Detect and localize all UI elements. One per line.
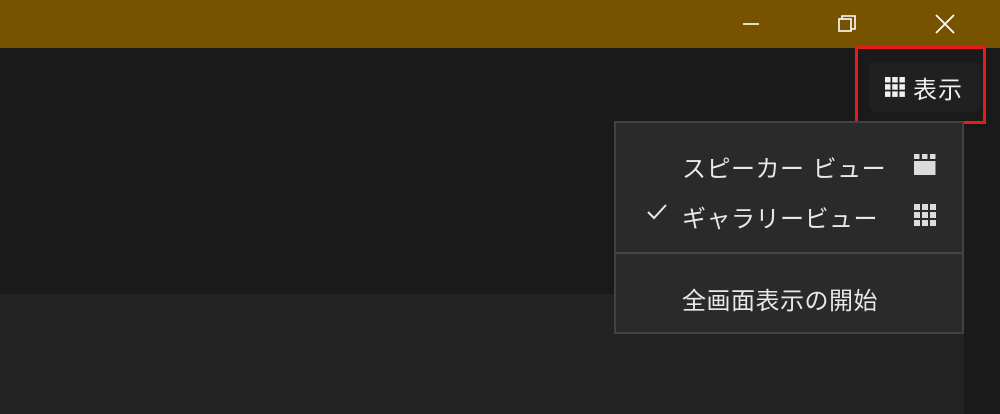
menu-item-label: 全画面表示の開始 (682, 287, 878, 315)
view-menu: スピーカー ビュー ギャラリービュー 全画面表示の開始 (614, 121, 964, 334)
gallery-view-icon (914, 204, 936, 226)
menu-item-label: ギャラリービュー (682, 205, 878, 233)
close-button[interactable] (921, 0, 969, 48)
speaker-view-icon (914, 154, 936, 175)
restore-icon (838, 15, 856, 32)
view-button[interactable]: 表示 (869, 62, 981, 112)
close-icon (935, 14, 955, 34)
checkmark-icon (647, 204, 667, 220)
menu-item-speaker-view[interactable]: スピーカー ビュー (616, 143, 962, 189)
menu-item-gallery-view[interactable]: ギャラリービュー (616, 193, 962, 239)
menu-item-label: スピーカー ビュー (682, 155, 887, 183)
minimize-button[interactable] (727, 0, 775, 48)
restore-button[interactable] (823, 0, 871, 48)
meeting-window: 表示 スピーカー ビュー ギャラリービュー 全画面表示の開始 (0, 0, 1000, 414)
grid-icon (885, 77, 905, 97)
side-strip (964, 294, 1000, 414)
minimize-icon (743, 23, 759, 25)
view-button-label: 表示 (913, 75, 963, 104)
menu-item-fullscreen[interactable]: 全画面表示の開始 (616, 275, 962, 321)
menu-divider (616, 252, 962, 254)
title-bar (0, 0, 1000, 48)
